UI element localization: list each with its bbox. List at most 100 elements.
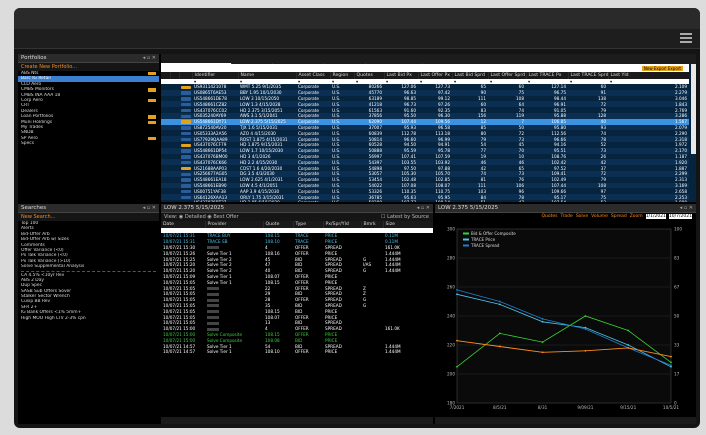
status-pill-icon (181, 91, 191, 95)
panel-controls-icon[interactable]: ◂ ▫ ✕ (417, 204, 430, 213)
portfolio-tabs: Barc IG Retail (105 items)SWIC MonitorIn… (161, 54, 696, 73)
row-status-cell (179, 165, 192, 171)
row-checkbox[interactable] (161, 199, 170, 202)
redacted-provider-icon (207, 287, 219, 291)
quotes-panel: LOW 2.375 5/15/2025 ◂ ▫ ✕ View: ◉ Detaile… (161, 204, 433, 424)
history-chart: 180 0200 17220 33240 50260 67280 83300 1007/202… (447, 227, 682, 411)
redacted-provider-icon (207, 327, 219, 331)
portfolio-tag-icon (148, 136, 156, 141)
last-bid-sprd-cell: 51 (452, 199, 488, 202)
new-search-link[interactable]: New Search... (18, 213, 159, 221)
history-toolbar-button[interactable]: Spread (611, 214, 627, 219)
securities-grid: Identifier Name Asset Class Region Quotes Las… (161, 72, 689, 202)
view-mode-radio[interactable]: View: ◉ Detailed ◉ Best Offer (164, 214, 239, 220)
y2-tick-label: 67 (674, 285, 680, 290)
series-point (498, 300, 501, 303)
search-item[interactable]: Solve Supplemental Analysis (18, 264, 159, 269)
status-pill-icon (181, 178, 191, 182)
column-header[interactable]: Quotes (354, 72, 385, 79)
history-toolbar-button[interactable]: Trade (560, 214, 572, 219)
quote-px-spr-yld-cell: PRICE (323, 348, 361, 355)
column-header[interactable]: Last TRACE Sprd (568, 72, 609, 79)
column-header-blank[interactable] (170, 72, 180, 79)
history-toolbar-button[interactable]: Quotes (541, 214, 557, 219)
date-to-field[interactable]: 10/7/2021 (668, 214, 692, 219)
column-header[interactable]: Region (330, 72, 355, 79)
menu-icon[interactable] (680, 33, 692, 43)
side-rail[interactable] (691, 64, 696, 154)
quote-bmrk-cell (361, 348, 383, 355)
y2-tick-label: 17 (674, 372, 680, 377)
y-tick-label: 300 (447, 227, 455, 232)
panel-controls-icon[interactable]: ◂ ▫ ✕ (143, 54, 156, 63)
column-header-blank[interactable] (161, 72, 171, 79)
column-header[interactable]: Asset Class (296, 72, 331, 79)
column-header[interactable]: Last Offer Px (418, 72, 453, 79)
series-point (498, 345, 501, 348)
column-header[interactable]: Last Bid Px (384, 72, 419, 79)
status-pill-icon (181, 195, 191, 200)
portfolio-tag-icon (148, 88, 156, 92)
legend-label: TRACE Spread (470, 243, 500, 248)
redacted-provider-icon (207, 298, 219, 302)
series-point (456, 293, 458, 296)
x-tick-label: 10/5/21 (663, 405, 679, 410)
portfolio-tag-icon (148, 72, 156, 76)
column-header[interactable]: Date (161, 221, 206, 228)
column-header[interactable]: Last TRACE Px (526, 72, 569, 79)
row-status-cell (179, 199, 192, 202)
export-button[interactable]: Export (665, 65, 683, 71)
column-header[interactable]: Last Yld (608, 72, 689, 79)
search-item[interactable]: High MOO High LTV 2-3% cpn (18, 316, 159, 321)
column-header[interactable]: Quote (263, 221, 294, 228)
series-point (456, 339, 458, 342)
status-pill-icon (181, 155, 191, 159)
row-status-cell (179, 89, 192, 96)
portfolios-title: Portfolios ◂ ▫ ✕ (18, 54, 159, 63)
history-toolbar-button[interactable]: Solve (576, 214, 588, 219)
status-pill-icon (181, 103, 191, 107)
legend-label: TRACE Price (470, 237, 496, 242)
panel-controls-icon[interactable]: ◂ ▫ ✕ (680, 204, 693, 213)
series-point (541, 318, 544, 320)
y-tick-label: 220 (447, 343, 455, 348)
y2-tick-label: 33 (674, 343, 680, 348)
row-status-cell (179, 170, 192, 177)
x-tick-label: 9/15/21 (620, 405, 636, 410)
securities-panel: Barc IG Retail (105 items)SWIC MonitorIn… (161, 54, 696, 202)
security-row[interactable]: US437076BT37HD 2.95 6/15/2029CorporateU.… (161, 199, 689, 202)
last-bid-px-cell: 107.77 (384, 199, 418, 202)
workspace: Portfolios ◂ ▫ ✕ Create New Portfolio... … (18, 54, 696, 424)
status-pill-icon (181, 161, 191, 165)
portfolio-item[interactable]: Specs (18, 141, 159, 146)
column-header[interactable]: Last Bid Sprd (452, 72, 489, 79)
column-header[interactable]: Size (383, 221, 433, 228)
column-header[interactable]: Provider (205, 221, 264, 228)
status-pill-icon (181, 184, 191, 188)
column-header[interactable]: Name (238, 72, 297, 79)
quotes-toolbar: View: ◉ Detailed ◉ Best Offer ☐ Latest b… (161, 213, 433, 221)
column-header[interactable]: Bmrk (361, 221, 384, 228)
series-point (670, 355, 672, 358)
series-point (498, 303, 501, 306)
quote-size-cell: 1.444M (383, 348, 433, 355)
latest-by-source-checkbox[interactable]: ☐ Latest by Source (381, 213, 429, 221)
history-toolbar-button[interactable]: Volume (591, 214, 608, 219)
date-from-field[interactable]: 1/1/2021 (645, 214, 666, 219)
create-portfolio-link[interactable]: Create New Portfolio... (18, 63, 159, 71)
series-point (584, 328, 587, 330)
portfolio-tag-icon (148, 115, 156, 119)
column-header[interactable]: Identifier (192, 72, 239, 79)
status-pill-icon (181, 149, 191, 153)
quote-provider-cell: Solve Tier 1 (205, 348, 263, 355)
quote-row[interactable]: 10/07/21 14:57 Solve Tier 1 108.10 OFFER PRI… (161, 348, 433, 355)
history-toolbar-button[interactable]: Zoom (630, 214, 643, 219)
column-header[interactable]: Last Offer Sprd (488, 72, 527, 79)
column-header-blank[interactable] (179, 72, 193, 79)
column-header[interactable]: Type (293, 221, 324, 228)
status-pill-icon (181, 85, 191, 90)
latest-by-source-label: Latest by Source (387, 214, 429, 220)
column-header[interactable]: Px/Spr/Yld (323, 221, 362, 228)
panel-controls-icon[interactable]: ◂ ▫ ✕ (143, 204, 156, 213)
redacted-provider-icon (207, 310, 219, 314)
